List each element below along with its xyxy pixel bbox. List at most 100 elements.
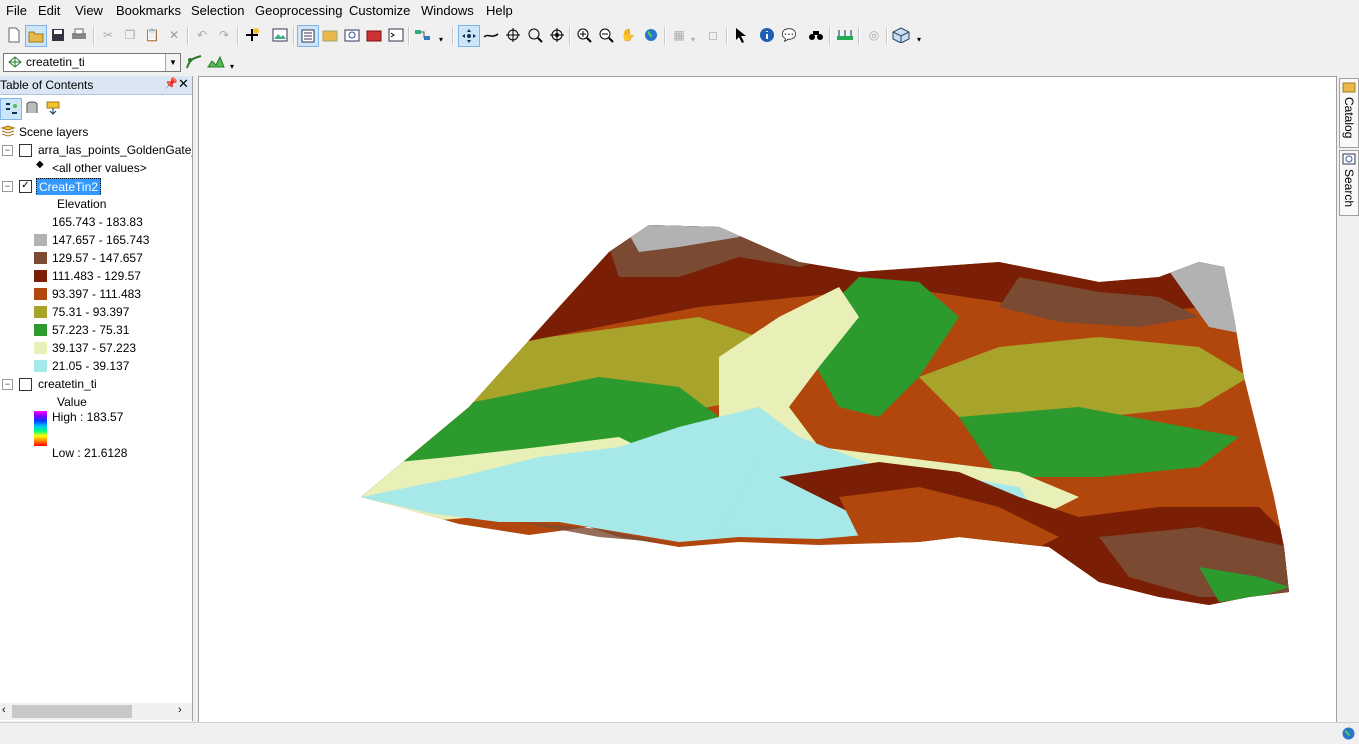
catalog-window-icon[interactable] — [320, 25, 340, 45]
toolbar3-chevron-icon[interactable]: ▾ — [227, 60, 237, 72]
toc-horizontal-scrollbar[interactable]: ‹ › — [0, 703, 192, 720]
copy-icon[interactable]: ❐ — [120, 25, 140, 45]
zoom-out-icon[interactable] — [596, 25, 616, 45]
layer-combo[interactable]: createtin_ti ▼ — [3, 53, 181, 72]
legend-swatch[interactable] — [34, 288, 47, 300]
scene-properties-icon[interactable] — [270, 25, 290, 45]
new-icon[interactable] — [4, 25, 24, 45]
toc-scene-layers[interactable]: Scene layers — [0, 123, 192, 141]
chevron-down-icon[interactable]: ▼ — [165, 54, 180, 71]
select-features-icon[interactable]: ▦ — [669, 25, 689, 45]
layer-visibility-checkbox[interactable]: ✓ — [19, 180, 32, 193]
select-dropdown-icon[interactable]: ▾ — [688, 33, 698, 45]
create-animation-icon[interactable]: ◎ — [864, 25, 884, 45]
tin-layer-icon — [8, 56, 22, 68]
legend-swatch[interactable] — [34, 360, 47, 372]
list-by-drawing-order-icon[interactable] — [0, 98, 22, 120]
menu-edit[interactable]: Edit — [38, 3, 60, 18]
legend-swatch[interactable] — [34, 216, 47, 228]
toc-layer-createtin2[interactable]: − ✓ CreateTin2 — [0, 177, 192, 195]
scroll-thumb[interactable] — [12, 705, 132, 718]
pin-icon[interactable]: 📌 — [164, 77, 178, 90]
tab-search[interactable]: Search — [1339, 150, 1359, 216]
html-popup-icon[interactable]: 💬 — [779, 25, 799, 45]
pan-icon[interactable]: ✋ — [618, 25, 638, 45]
open-icon[interactable] — [25, 25, 47, 47]
legend-swatch[interactable] — [34, 306, 47, 318]
legend-class-row: 111.483 - 129.57 — [0, 267, 192, 285]
menu-bookmarks[interactable]: Bookmarks — [116, 3, 181, 18]
target-center-icon[interactable] — [503, 25, 523, 45]
3d-view-icon[interactable] — [891, 25, 911, 45]
menu-help[interactable]: Help — [486, 3, 513, 18]
list-by-visibility-icon[interactable] — [43, 98, 63, 118]
legend-swatch[interactable] — [34, 270, 47, 282]
menu-view[interactable]: View — [75, 3, 103, 18]
layer-visibility-checkbox[interactable] — [19, 378, 32, 391]
toc-layer-las-points[interactable]: − arra_las_points_GoldenGate_2 — [0, 141, 192, 159]
toolbar-options2-chevron-icon[interactable]: ▾ — [914, 33, 924, 45]
save-icon[interactable] — [48, 25, 68, 45]
fly-icon[interactable] — [481, 25, 501, 45]
profile-icon[interactable] — [206, 52, 226, 72]
python-window-icon[interactable] — [386, 25, 406, 45]
terrain-render[interactable] — [199, 77, 1336, 722]
legend-class-label: 147.657 - 165.743 — [52, 233, 150, 247]
legend-class-row: 165.743 - 183.83 — [0, 213, 192, 231]
table-of-contents: Table of Contents 📌 ✕ Scene layers − arr… — [0, 76, 193, 721]
clear-selection-icon[interactable]: ◻ — [703, 25, 723, 45]
toolbar-options-chevron-icon[interactable]: ▾ — [436, 33, 446, 45]
menu-windows[interactable]: Windows — [421, 3, 474, 18]
search-window-icon[interactable] — [342, 25, 362, 45]
menu-file[interactable]: File — [6, 3, 27, 18]
toc-window-icon[interactable] — [297, 25, 319, 47]
measure-icon[interactable] — [835, 25, 855, 45]
scroll-left-icon[interactable]: ‹ — [2, 704, 6, 716]
print-icon[interactable] — [69, 25, 89, 45]
zoom-in-icon[interactable] — [574, 25, 594, 45]
toc-legend-heading: Elevation — [0, 195, 192, 213]
identify-icon[interactable] — [757, 25, 777, 45]
collapse-icon[interactable]: − — [2, 145, 13, 156]
menu-customize[interactable]: Customize — [349, 3, 410, 18]
legend-class-row: 147.657 - 165.743 — [0, 231, 192, 249]
paste-icon[interactable]: 📋 — [142, 25, 162, 45]
tab-catalog[interactable]: Catalog — [1339, 78, 1359, 148]
collapse-icon[interactable]: − — [2, 181, 13, 192]
menu-selection[interactable]: Selection — [191, 3, 244, 18]
arctoolbox-icon[interactable] — [364, 25, 384, 45]
find-icon[interactable] — [806, 25, 826, 45]
cut-icon[interactable]: ✂ — [98, 25, 118, 45]
add-data-icon[interactable] — [242, 25, 262, 45]
set-observer-icon[interactable] — [547, 25, 567, 45]
delete-icon[interactable]: ✕ — [164, 25, 184, 45]
navigate-icon[interactable] — [458, 25, 480, 47]
legend-class-label: 129.57 - 147.657 — [52, 251, 143, 265]
zoom-to-target-icon[interactable] — [525, 25, 545, 45]
toc-layer-createtin-ti[interactable]: − createtin_ti — [0, 375, 192, 393]
layer-visibility-checkbox[interactable] — [19, 144, 32, 157]
collapse-icon[interactable]: − — [2, 379, 13, 390]
globe-icon[interactable] — [641, 25, 661, 45]
redo-icon[interactable]: ↷ — [214, 25, 234, 45]
legend-swatch[interactable] — [34, 342, 47, 354]
list-by-source-icon[interactable] — [22, 98, 42, 118]
scene-view[interactable] — [198, 76, 1337, 723]
legend-swatch[interactable] — [34, 324, 47, 336]
ramp-low-label: Low : 21.6128 — [52, 446, 128, 460]
interpolate-icon[interactable] — [184, 52, 204, 72]
scene-layers-icon — [1, 125, 15, 137]
legend-swatch[interactable] — [34, 234, 47, 246]
close-icon[interactable]: ✕ — [178, 76, 189, 92]
legend-swatch[interactable] — [34, 252, 47, 264]
legend-class-row: 129.57 - 147.657 — [0, 249, 192, 267]
legend-class-label: 39.137 - 57.223 — [52, 341, 137, 355]
standard-toolbar: ✂ ❐ 📋 ✕ ↶ ↷ ▾ ✋ ▦ ▾ ◻ 💬 ◎ ▾ — [0, 23, 1359, 49]
legend-heading: Value — [57, 395, 87, 409]
undo-icon[interactable]: ↶ — [192, 25, 212, 45]
select-icon[interactable] — [731, 25, 751, 45]
scroll-right-icon[interactable]: › — [178, 704, 182, 716]
model-builder-icon[interactable] — [413, 25, 433, 45]
legend-class-row: 93.397 - 111.483 — [0, 285, 192, 303]
menu-geoprocessing[interactable]: Geoprocessing — [255, 3, 342, 18]
